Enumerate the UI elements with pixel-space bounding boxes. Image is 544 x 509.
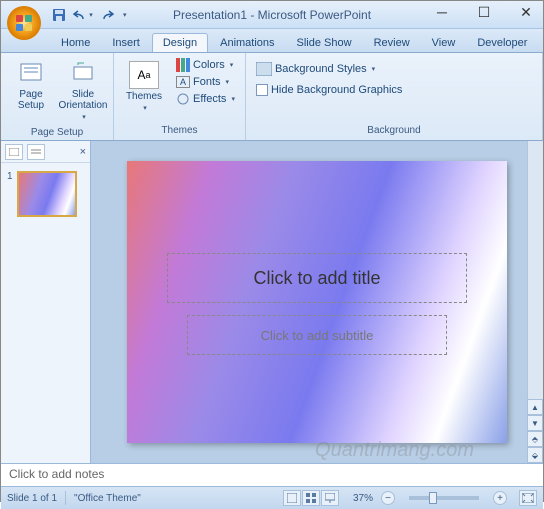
title-bar: ▾ ▾ Presentation1 - Microsoft PowerPoint… <box>1 1 543 29</box>
slide-thumbnail[interactable]: 1 <box>7 171 84 217</box>
tab-slideshow[interactable]: Slide Show <box>287 34 362 52</box>
save-button[interactable] <box>49 5 69 25</box>
tab-design[interactable]: Design <box>152 33 208 52</box>
prev-slide-icon[interactable]: ⬘ <box>527 431 543 447</box>
scroll-up-icon[interactable]: ▲ <box>527 399 543 415</box>
group-background: Background Styles▾ Hide Background Graph… <box>246 53 543 140</box>
quick-access-toolbar: ▾ ▾ <box>49 5 127 25</box>
thumb-number: 1 <box>7 171 13 217</box>
notes-pane[interactable]: Click to add notes <box>1 463 543 487</box>
orientation-icon <box>70 61 96 87</box>
scroll-down-icon[interactable]: ▼ <box>527 415 543 431</box>
background-styles-button[interactable]: Background Styles▾ <box>252 61 379 77</box>
title-placeholder[interactable]: Click to add title <box>167 253 467 303</box>
ribbon: Page Setup Slide Orientation ▾ Page Setu… <box>1 53 543 141</box>
slide-canvas[interactable]: Click to add title Click to add subtitle <box>127 161 507 443</box>
zoom-slider[interactable] <box>409 496 479 500</box>
close-panel-button[interactable]: × <box>80 146 86 158</box>
next-slide-icon[interactable]: ⬙ <box>527 447 543 463</box>
undo-button[interactable]: ▾ <box>73 5 93 25</box>
ribbon-tabs: Home Insert Design Animations Slide Show… <box>1 29 543 53</box>
chevron-down-icon: ▾ <box>143 104 147 112</box>
redo-button[interactable] <box>97 5 117 25</box>
page-setup-icon <box>18 61 44 87</box>
themes-icon: Aa <box>129 61 159 89</box>
qat-customize-icon[interactable]: ▾ <box>123 11 127 19</box>
group-themes: Aa Themes ▾ Colors▾ A Fonts▾ Effects▾ <box>114 53 246 140</box>
tab-developer[interactable]: Developer <box>467 34 537 52</box>
colors-icon <box>176 58 190 72</box>
hide-background-checkbox[interactable]: Hide Background Graphics <box>252 83 406 97</box>
normal-view-button[interactable] <box>283 490 301 506</box>
window-controls: ─ ☐ ✕ <box>429 3 539 21</box>
colors-button[interactable]: Colors▾ <box>172 57 239 73</box>
slides-tab[interactable] <box>5 144 23 160</box>
tab-view[interactable]: View <box>422 34 466 52</box>
tab-animations[interactable]: Animations <box>210 34 284 52</box>
fonts-button[interactable]: A Fonts▾ <box>172 75 239 89</box>
checkbox-icon <box>256 84 268 96</box>
tab-home[interactable]: Home <box>51 34 100 52</box>
slideshow-view-button[interactable] <box>321 490 339 506</box>
fit-to-window-button[interactable] <box>519 490 537 506</box>
fonts-icon: A <box>176 76 190 88</box>
group-label-background: Background <box>252 123 536 138</box>
outline-tab[interactable] <box>27 144 45 160</box>
view-buttons <box>283 490 339 506</box>
maximize-button[interactable]: ☐ <box>471 3 497 21</box>
background-styles-icon <box>256 62 272 76</box>
zoom-out-button[interactable]: − <box>381 491 395 505</box>
close-button[interactable]: ✕ <box>513 3 539 21</box>
group-label-themes: Themes <box>120 123 239 138</box>
tab-insert[interactable]: Insert <box>102 34 150 52</box>
slide-orientation-button[interactable]: Slide Orientation ▾ <box>59 57 107 125</box>
subtitle-placeholder[interactable]: Click to add subtitle <box>187 315 447 355</box>
window-title: Presentation1 - Microsoft PowerPoint <box>173 8 371 22</box>
thumb-preview <box>17 171 77 217</box>
sorter-view-button[interactable] <box>302 490 320 506</box>
vertical-scrollbar[interactable]: ▲ ▼ ⬘ ⬙ <box>527 141 543 463</box>
chevron-down-icon: ▾ <box>82 113 86 121</box>
tab-review[interactable]: Review <box>364 34 420 52</box>
zoom-in-button[interactable]: + <box>493 491 507 505</box>
workspace: × 1 Click to add title Click to add subt… <box>1 141 543 463</box>
office-button[interactable] <box>5 4 43 42</box>
themes-button[interactable]: Aa Themes ▾ <box>120 57 168 116</box>
effects-button[interactable]: Effects▾ <box>172 91 239 107</box>
page-setup-button[interactable]: Page Setup <box>7 57 55 115</box>
slide-editor: Click to add title Click to add subtitle… <box>91 141 543 463</box>
group-page-setup: Page Setup Slide Orientation ▾ Page Setu… <box>1 53 114 140</box>
group-label-page-setup: Page Setup <box>7 125 107 140</box>
thumbnail-panel: × 1 <box>1 141 91 463</box>
effects-icon <box>176 92 190 106</box>
minimize-button[interactable]: ─ <box>429 3 455 21</box>
status-bar: Slide 1 of 1 "Office Theme" 37% − + <box>1 487 543 509</box>
